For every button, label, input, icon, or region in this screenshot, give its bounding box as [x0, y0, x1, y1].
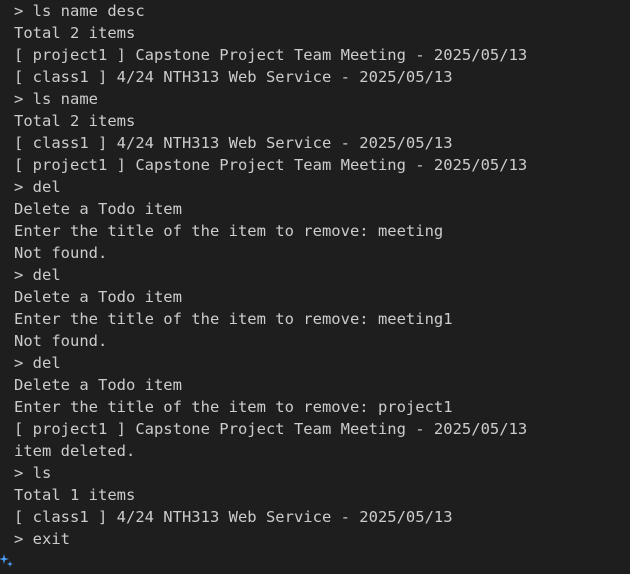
terminal-line: Not found. — [14, 244, 108, 262]
terminal-line: Not found. — [14, 332, 108, 350]
terminal-line: item deleted. — [14, 442, 136, 460]
terminal-line: [ project1 ] Capstone Project Team Meeti… — [14, 420, 528, 438]
terminal-line: > exit — [14, 530, 70, 548]
terminal-line: [ class1 ] 4/24 NTH313 Web Service - 202… — [14, 134, 453, 152]
terminal-line: [ project1 ] Capstone Project Team Meeti… — [14, 156, 528, 174]
terminal-line: > del — [14, 178, 61, 196]
terminal-line: Enter the title of the item to remove: m… — [14, 310, 453, 328]
terminal-line: Enter the title of the item to remove: m… — [14, 222, 444, 240]
terminal-line: [ class1 ] 4/24 NTH313 Web Service - 202… — [14, 508, 453, 526]
terminal-line: Delete a Todo item — [14, 200, 182, 218]
terminal-line: Total 1 items — [14, 486, 136, 504]
terminal-line: > ls name — [14, 90, 98, 108]
sparkle-icon[interactable] — [0, 552, 14, 570]
terminal-line: [ class1 ] 4/24 NTH313 Web Service - 202… — [14, 68, 453, 86]
terminal-line: [ project1 ] Capstone Project Team Meeti… — [14, 46, 528, 64]
terminal-line: Delete a Todo item — [14, 376, 182, 394]
terminal-line: Enter the title of the item to remove: p… — [14, 398, 453, 416]
terminal-line: > ls — [14, 464, 52, 482]
terminal-line: Total 2 items — [14, 24, 136, 42]
terminal-line: > del — [14, 266, 61, 284]
terminal-line: Total 2 items — [14, 112, 136, 130]
terminal-line: > del — [14, 354, 61, 372]
terminal-line: > ls name desc — [14, 2, 145, 20]
terminal-panel[interactable]: > ls name desc Total 2 items [ project1 … — [0, 0, 630, 574]
terminal-line: Delete a Todo item — [14, 288, 182, 306]
